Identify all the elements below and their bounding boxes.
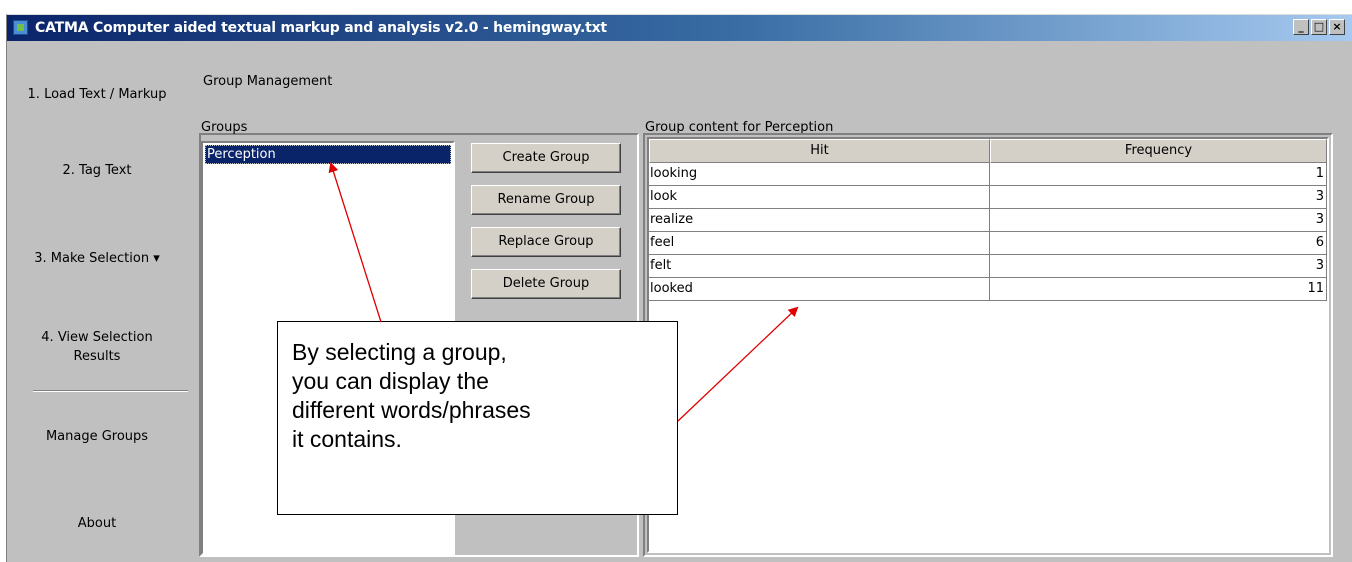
arrow-to-group-content xyxy=(677,306,799,422)
arrow-to-group-item xyxy=(328,162,382,323)
annotation-arrows xyxy=(328,162,799,422)
